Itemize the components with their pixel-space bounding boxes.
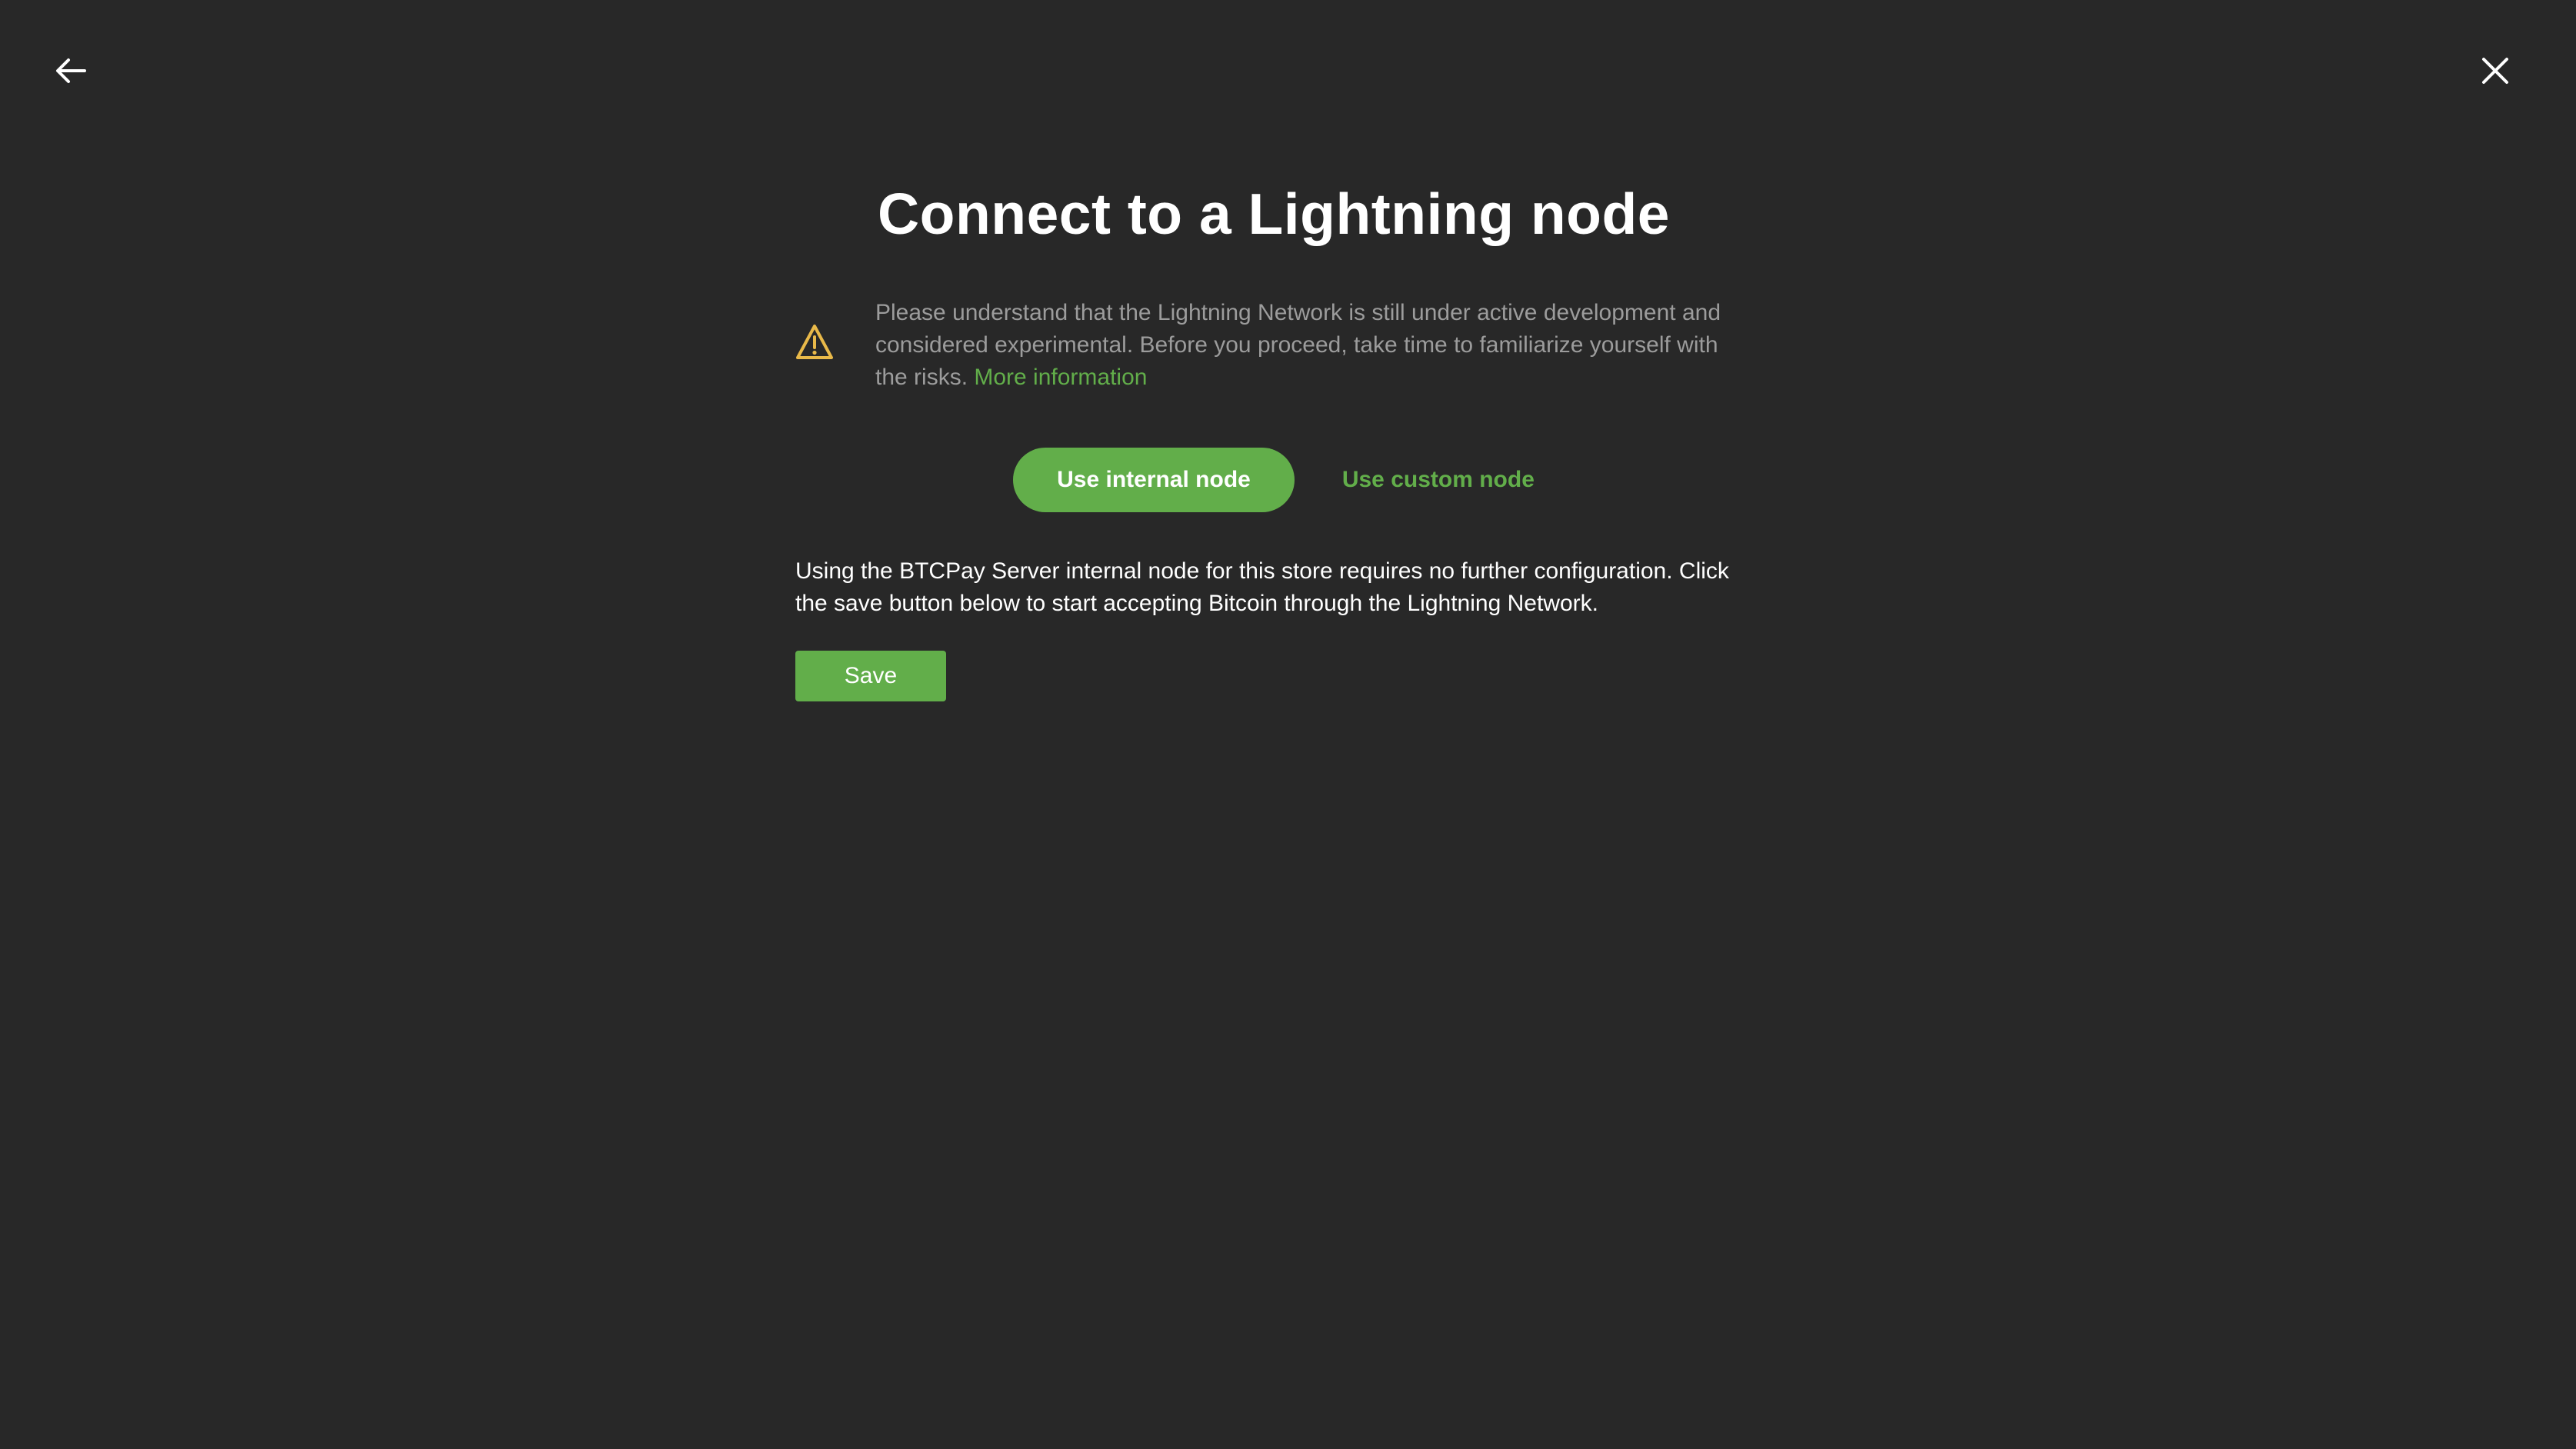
warning-text: Please understand that the Lightning Net… bbox=[875, 297, 1752, 394]
back-button[interactable] bbox=[54, 54, 88, 88]
page-title: Connect to a Lightning node bbox=[877, 182, 1671, 246]
arrow-left-icon bbox=[56, 58, 86, 83]
warning-triangle-icon bbox=[796, 325, 833, 359]
warning-alert: Please understand that the Lightning Net… bbox=[795, 297, 1752, 394]
internal-node-description: Using the BTCPay Server internal node fo… bbox=[795, 558, 1729, 616]
node-type-tabs: Use internal node Use custom node bbox=[795, 448, 1752, 512]
tab-use-internal-node[interactable]: Use internal node bbox=[1013, 448, 1295, 512]
page: Connect to a Lightning node Please under… bbox=[0, 0, 2576, 1449]
tab-use-custom-node[interactable]: Use custom node bbox=[1342, 467, 1535, 493]
more-information-link[interactable]: More information bbox=[974, 365, 1147, 390]
close-icon bbox=[2482, 58, 2508, 84]
main-content: Connect to a Lightning node Please under… bbox=[795, 177, 1752, 701]
close-button[interactable] bbox=[2478, 54, 2512, 88]
save-button[interactable]: Save bbox=[795, 651, 946, 701]
